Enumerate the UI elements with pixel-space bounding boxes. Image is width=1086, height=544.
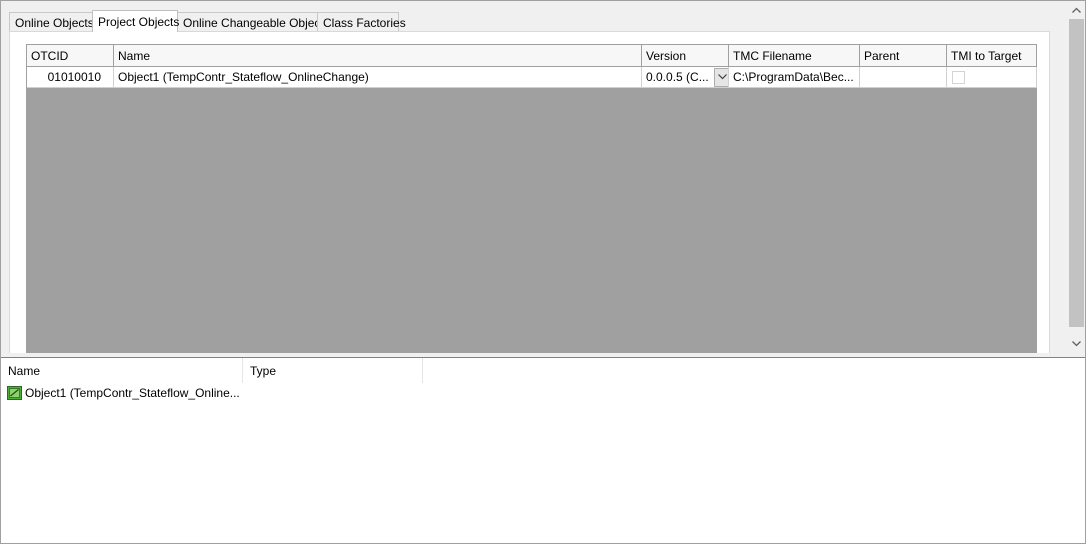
tab-project-objects[interactable]: Project Objects [92,10,179,32]
tmi-to-target-checkbox[interactable] [952,70,965,84]
lower-pane: Name Type Object1 (TempContr_Stateflow_O… [1,358,1085,543]
column-header-otcid[interactable]: OTCID [27,45,114,67]
tmc-object-icon [7,386,22,400]
list-header: Name Type [1,358,423,383]
window: Online Objects Project Objects Online Ch… [0,0,1086,544]
version-combobox[interactable]: 0.0.0.5 (C... [642,67,729,88]
column-header-type[interactable]: Type [243,358,423,383]
scroll-down-icon[interactable] [1068,335,1085,352]
version-value: 0.0.0.5 (C... [646,70,709,84]
objects-grid: OTCID Name Version TMC Filename Parent T… [26,44,1037,354]
tab-class-factories[interactable]: Class Factories [317,12,406,32]
chevron-down-icon[interactable] [714,67,728,87]
tab-page: OTCID Name Version TMC Filename Parent T… [9,31,1050,354]
scrollbar-thumb[interactable] [1069,19,1084,327]
grid-header: OTCID Name Version TMC Filename Parent T… [27,45,1037,67]
cell-otcid[interactable]: 01010010 [27,67,114,88]
cell-tmi-to-target [947,67,1037,88]
scroll-up-icon[interactable] [1068,1,1085,18]
column-header-tmi-to-target[interactable]: TMI to Target [947,45,1037,67]
list-item[interactable]: Object1 (TempContr_Stateflow_Online... [7,384,240,402]
table-row[interactable]: 01010010 Object1 (TempContr_Stateflow_On… [27,67,1037,88]
upper-pane: Online Objects Project Objects Online Ch… [1,1,1068,354]
vertical-scrollbar[interactable] [1068,1,1085,353]
column-header-parent[interactable]: Parent [860,45,947,67]
column-header-name[interactable]: Name [114,45,642,67]
cell-name[interactable]: Object1 (TempContr_Stateflow_OnlineChang… [114,67,642,88]
tab-online-changeable-objects[interactable]: Online Changeable Objects [177,12,330,32]
cell-parent[interactable] [860,67,947,88]
column-header-tmc-filename[interactable]: TMC Filename [729,45,860,67]
tab-strip: Online Objects Project Objects Online Ch… [9,10,406,32]
column-header-name[interactable]: Name [1,358,243,383]
tab-online-objects[interactable]: Online Objects [9,12,94,32]
column-header-version[interactable]: Version [642,45,729,67]
cell-tmc-filename[interactable]: C:\ProgramData\Bec... [729,67,860,88]
list-item-name: Object1 (TempContr_Stateflow_Online... [25,386,240,400]
